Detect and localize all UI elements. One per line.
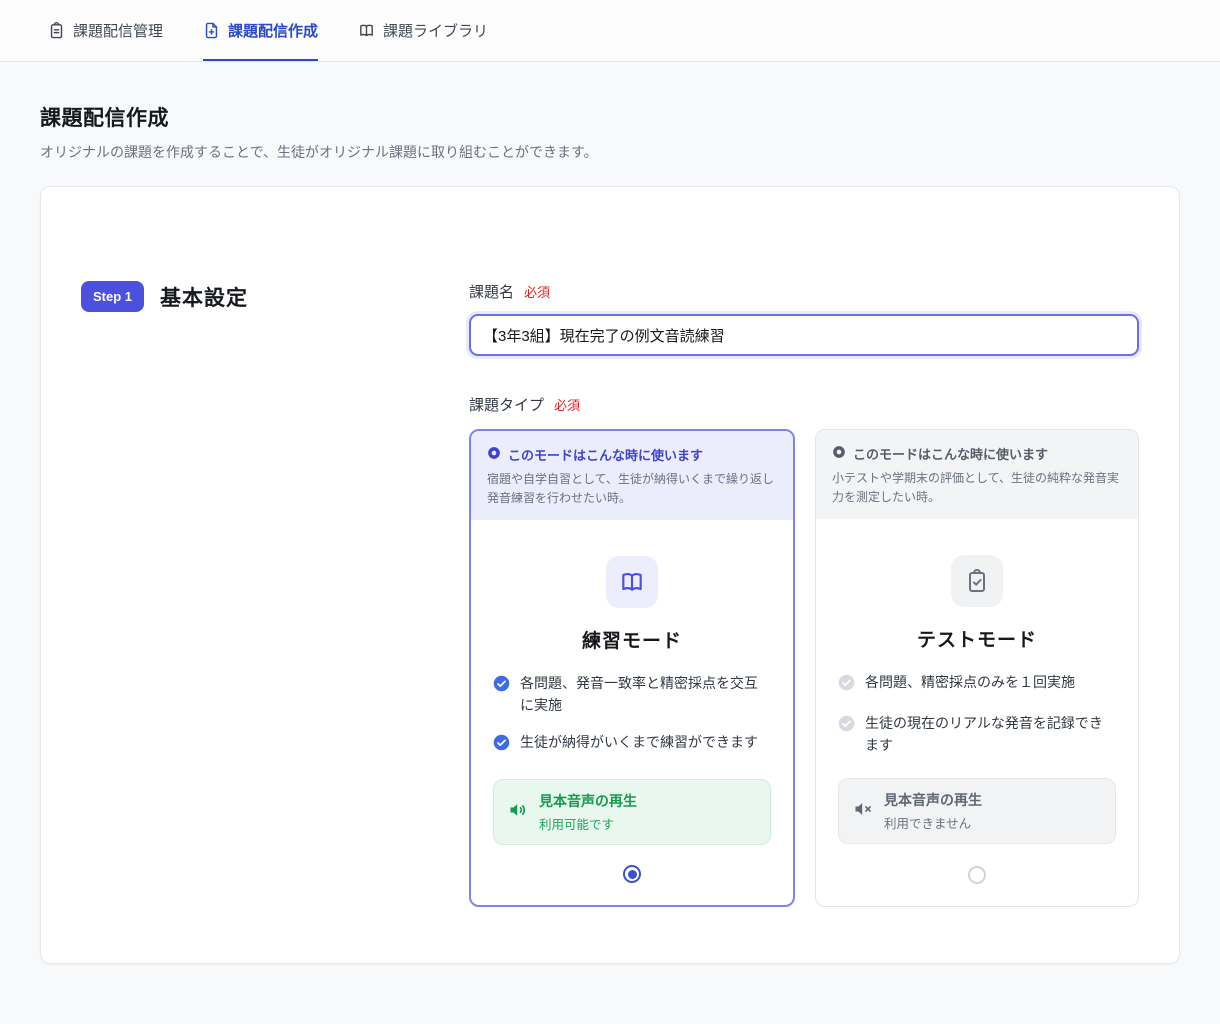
mode-selector: このモードはこんな時に使います 宿題や自学自習として、生徒が納得いくまで繰り返し…	[469, 429, 1139, 908]
info-icon	[832, 445, 846, 462]
feature-text: 生徒の現在のリアルな発音を記録できます	[865, 714, 1103, 753]
speaker-icon	[508, 800, 528, 825]
audio-title: 見本音声の再生	[884, 792, 982, 809]
tab-label: 課題配信管理	[73, 23, 164, 40]
speaker-muted-icon	[853, 799, 873, 824]
test-mode-hint: このモードはこんな時に使います 小テストや学期末の評価として、生徒の純粋な発音実…	[816, 430, 1138, 520]
feature-item: 生徒の現在のリアルな発音を記録できます	[838, 713, 1116, 756]
hint-body-text: 宿題や自学自習として、生徒が納得いくまで繰り返し発音練習を行わせたい時。	[487, 472, 775, 505]
feature-item: 各問題、発音一致率と精密採点を交互に実施	[493, 673, 771, 716]
required-badge: 必須	[524, 285, 551, 300]
task-type-label-row: 課題タイプ 必須	[469, 394, 1139, 415]
sample-audio-status: 見本音声の再生 利用できません	[838, 778, 1116, 845]
test-mode-card[interactable]: このモードはこんな時に使います 小テストや学期末の評価として、生徒の純粋な発音実…	[815, 429, 1139, 908]
check-circle-icon	[838, 715, 855, 756]
task-type-label: 課題タイプ	[469, 397, 545, 414]
page-title: 課題配信作成	[40, 107, 169, 130]
audio-status: 利用可能です	[539, 818, 615, 833]
page-content: 課題配信作成 オリジナルの課題を作成することで、生徒がオリジナル課題に取り組むこ…	[0, 102, 1220, 1024]
create-assignment-card: Step 1 基本設定 課題名 必須 課題タイプ 必須	[40, 186, 1180, 965]
check-circle-icon	[493, 675, 510, 716]
step-badge: Step 1	[81, 281, 145, 312]
task-name-label-row: 課題名 必須	[469, 281, 1139, 302]
required-badge: 必須	[554, 398, 581, 413]
top-tab-bar: 課題配信管理 課題配信作成 課題ライブラリ	[0, 0, 1220, 62]
clipboard-check-icon	[951, 555, 1003, 608]
tab-assignment-library[interactable]: 課題ライブラリ	[358, 0, 488, 61]
test-mode-title: テストモード	[916, 630, 1037, 652]
test-mode-features: 各問題、精密採点のみを１回実施 生徒の現在のリアルな発音を記録できます	[838, 672, 1116, 756]
info-icon	[487, 446, 501, 463]
file-plus-icon	[203, 22, 220, 39]
practice-mode-title: 練習モード	[581, 631, 682, 653]
practice-mode-radio[interactable]	[623, 865, 641, 884]
test-mode-radio[interactable]	[968, 866, 986, 885]
tab-label: 課題配信作成	[228, 23, 319, 40]
hint-title-text: このモードはこんな時に使います	[853, 447, 1049, 462]
open-book-icon	[606, 556, 658, 609]
tab-assignment-create[interactable]: 課題配信作成	[203, 0, 319, 61]
practice-mode-hint: このモードはこんな時に使います 宿題や自学自習として、生徒が納得いくまで繰り返し…	[471, 431, 793, 521]
feature-text: 各問題、精密採点のみを１回実施	[865, 674, 1075, 691]
check-circle-icon	[493, 734, 510, 758]
page-subtitle: オリジナルの課題を作成することで、生徒がオリジナル課題に取り組むことができます。	[40, 144, 598, 160]
feature-text: 各問題、発音一致率と精密採点を交互に実施	[520, 675, 758, 713]
tab-label: 課題ライブラリ	[383, 23, 489, 40]
clipboard-list-icon	[48, 22, 65, 39]
practice-mode-features: 各問題、発音一致率と精密採点を交互に実施 生徒が納得がいくまで練習ができます	[493, 673, 771, 757]
open-book-icon	[358, 22, 375, 39]
tab-assignment-management[interactable]: 課題配信管理	[48, 0, 163, 61]
basic-settings-form: 課題名 必須 課題タイプ 必須	[469, 281, 1139, 908]
step1-header: Step 1 基本設定	[81, 281, 429, 312]
task-name-label: 課題名	[469, 284, 515, 301]
check-circle-icon	[838, 674, 855, 698]
sample-audio-status: 見本音声の再生 利用可能です	[493, 779, 771, 846]
audio-status: 利用できません	[884, 817, 972, 832]
feature-item: 生徒が納得がいくまで練習ができます	[493, 732, 771, 758]
feature-text: 生徒が納得がいくまで練習ができます	[520, 733, 758, 750]
feature-item: 各問題、精密採点のみを１回実施	[838, 672, 1116, 698]
step-heading: 基本設定	[160, 286, 249, 310]
audio-title: 見本音声の再生	[539, 793, 637, 810]
practice-mode-card[interactable]: このモードはこんな時に使います 宿題や自学自習として、生徒が納得いくまで繰り返し…	[469, 429, 795, 908]
task-name-input[interactable]	[469, 314, 1139, 356]
hint-body-text: 小テストや学期末の評価として、生徒の純粋な発音実力を測定したい時。	[832, 471, 1120, 504]
hint-title-text: このモードはこんな時に使います	[508, 448, 704, 463]
